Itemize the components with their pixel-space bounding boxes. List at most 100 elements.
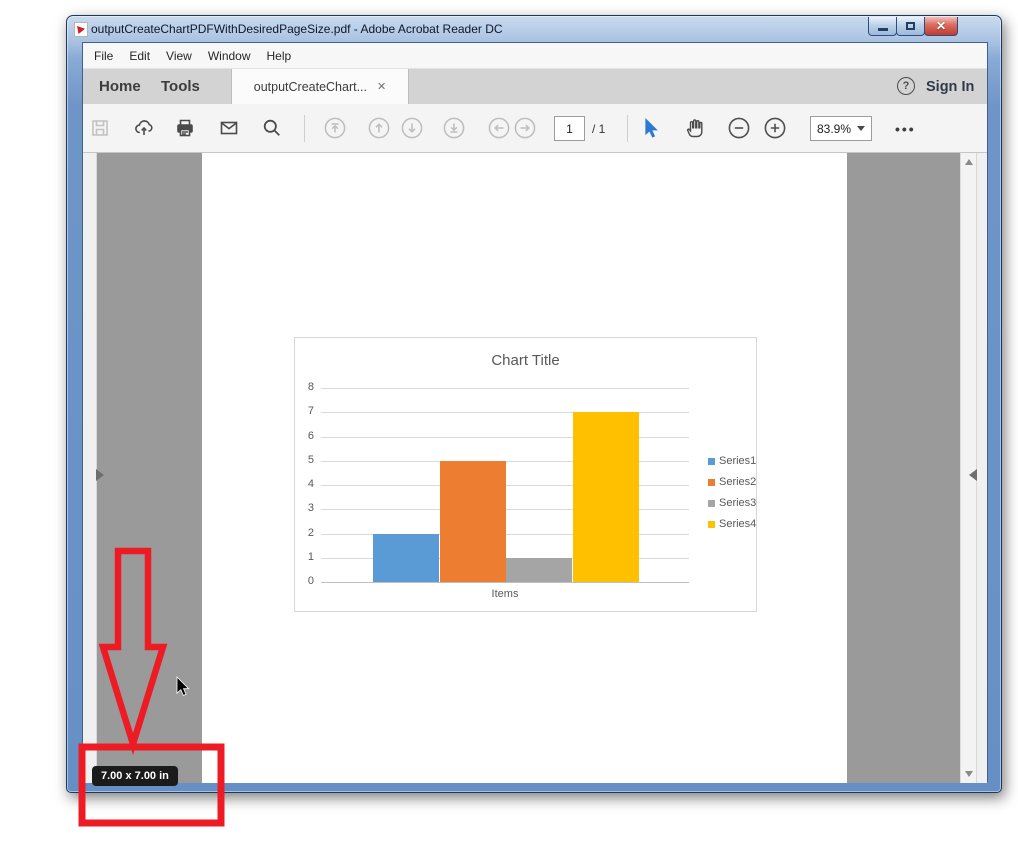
bar-series2 <box>440 461 506 582</box>
close-icon: ✕ <box>936 19 946 33</box>
chart-title: Chart Title <box>295 352 756 369</box>
right-panel-rail[interactable] <box>976 153 987 783</box>
bar-series3 <box>506 558 572 582</box>
tab-close-icon[interactable]: ✕ <box>377 80 386 93</box>
tab-document-label: outputCreateChart... <box>254 80 367 94</box>
first-page-icon <box>324 117 346 139</box>
tab-document[interactable]: outputCreateChart... ✕ <box>231 69 409 104</box>
y-axis-tick-label: 3 <box>295 502 314 514</box>
gridline <box>321 582 689 583</box>
zoom-in-button[interactable] <box>764 117 786 139</box>
tab-bar: Home Tools outputCreateChart... ✕ ? Sign… <box>83 69 987 104</box>
title-bar[interactable]: outputCreateChartPDFWithDesiredPageSize.… <box>67 16 1001 42</box>
help-icon[interactable]: ? <box>897 77 915 95</box>
toolbar-divider <box>304 115 305 142</box>
legend-label: Series1 <box>719 455 756 467</box>
email-button[interactable] <box>218 117 240 139</box>
legend-swatch <box>708 500 715 507</box>
left-panel-rail[interactable] <box>83 153 97 783</box>
tab-home[interactable]: Home <box>93 69 147 104</box>
sign-in-button[interactable]: Sign In <box>926 69 974 104</box>
page-number-input[interactable] <box>554 116 585 141</box>
menu-view[interactable]: View <box>158 43 200 68</box>
search-icon <box>261 117 283 139</box>
menu-file[interactable]: File <box>86 43 121 68</box>
scroll-up-icon[interactable] <box>965 159 973 165</box>
select-tool-icon <box>644 118 660 139</box>
acrobat-window: outputCreateChartPDFWithDesiredPageSize.… <box>66 15 1002 793</box>
select-tool-button[interactable] <box>641 117 663 139</box>
menu-bar: File Edit View Window Help <box>83 43 987 69</box>
minimize-icon <box>878 28 888 31</box>
previous-view-button[interactable] <box>488 117 510 139</box>
chart: Chart Title Items 012345678Series1Series… <box>294 337 757 612</box>
toolbar-divider <box>627 115 628 142</box>
gridline <box>321 388 689 389</box>
screenshot-canvas: outputCreateChartPDFWithDesiredPageSize.… <box>0 0 1018 847</box>
zoom-in-icon <box>764 117 786 139</box>
y-axis-tick-label: 0 <box>295 575 314 587</box>
legend-swatch <box>708 458 715 465</box>
y-axis-tick-label: 2 <box>295 527 314 539</box>
maximize-button[interactable] <box>896 17 925 36</box>
print-icon <box>174 117 196 139</box>
y-axis-tick-label: 1 <box>295 551 314 563</box>
zoom-out-icon <box>728 117 750 139</box>
close-button[interactable]: ✕ <box>924 17 958 36</box>
y-axis-tick-label: 6 <box>295 430 314 442</box>
chart-x-axis-label: Items <box>321 588 689 600</box>
pdf-app-icon <box>74 22 88 37</box>
hand-tool-icon <box>684 117 706 139</box>
menu-help[interactable]: Help <box>259 43 300 68</box>
legend-item: Series3 <box>708 497 756 509</box>
window-controls: ✕ <box>869 17 958 36</box>
legend-label: Series4 <box>719 518 756 530</box>
last-page-icon <box>443 117 465 139</box>
first-page-button[interactable] <box>324 117 346 139</box>
zoom-level-dropdown[interactable]: 83.9% <box>810 116 872 141</box>
legend-swatch <box>708 479 715 486</box>
y-axis-tick-label: 8 <box>295 381 314 393</box>
zoom-level-value: 83.9% <box>817 122 851 136</box>
bar-series1 <box>373 534 439 583</box>
next-view-icon <box>514 117 536 139</box>
print-button[interactable] <box>174 117 196 139</box>
hand-tool-button[interactable] <box>684 117 706 139</box>
y-axis-tick-label: 5 <box>295 454 314 466</box>
previous-view-icon <box>488 117 510 139</box>
menu-edit[interactable]: Edit <box>121 43 158 68</box>
previous-page-button[interactable] <box>368 117 390 139</box>
bar-series4 <box>573 412 639 582</box>
legend-label: Series2 <box>719 476 756 488</box>
cloud-upload-icon <box>133 117 155 139</box>
email-icon <box>218 117 240 139</box>
menu-window[interactable]: Window <box>200 43 259 68</box>
last-page-button[interactable] <box>443 117 465 139</box>
next-view-button[interactable] <box>514 117 536 139</box>
y-axis-tick-label: 7 <box>295 405 314 417</box>
legend-label: Series3 <box>719 497 756 509</box>
legend-item: Series4 <box>708 518 756 530</box>
chevron-down-icon <box>857 126 865 131</box>
vertical-scrollbar[interactable] <box>960 153 976 783</box>
scroll-down-icon[interactable] <box>965 771 973 777</box>
page-count-label: / 1 <box>592 104 605 153</box>
search-button[interactable] <box>261 117 283 139</box>
document-pane: Chart Title Items 012345678Series1Series… <box>83 153 987 783</box>
minimize-button[interactable] <box>868 17 897 36</box>
expand-right-panel-icon[interactable] <box>969 469 977 481</box>
window-content: File Edit View Window Help Home Tools ou… <box>82 42 988 782</box>
next-page-button[interactable] <box>401 117 423 139</box>
tab-tools[interactable]: Tools <box>155 69 206 104</box>
pdf-page: Chart Title Items 012345678Series1Series… <box>202 153 847 783</box>
save-button[interactable] <box>89 117 111 139</box>
page-size-tooltip: 7.00 x 7.00 in <box>92 766 178 786</box>
legend-item: Series2 <box>708 476 756 488</box>
legend-swatch <box>708 521 715 528</box>
zoom-out-button[interactable] <box>728 117 750 139</box>
more-tools-button[interactable]: ••• <box>895 104 916 153</box>
share-button[interactable] <box>133 117 155 139</box>
window-title: outputCreateChartPDFWithDesiredPageSize.… <box>91 22 503 36</box>
next-page-icon <box>401 117 423 139</box>
expand-left-panel-icon[interactable] <box>96 469 104 481</box>
